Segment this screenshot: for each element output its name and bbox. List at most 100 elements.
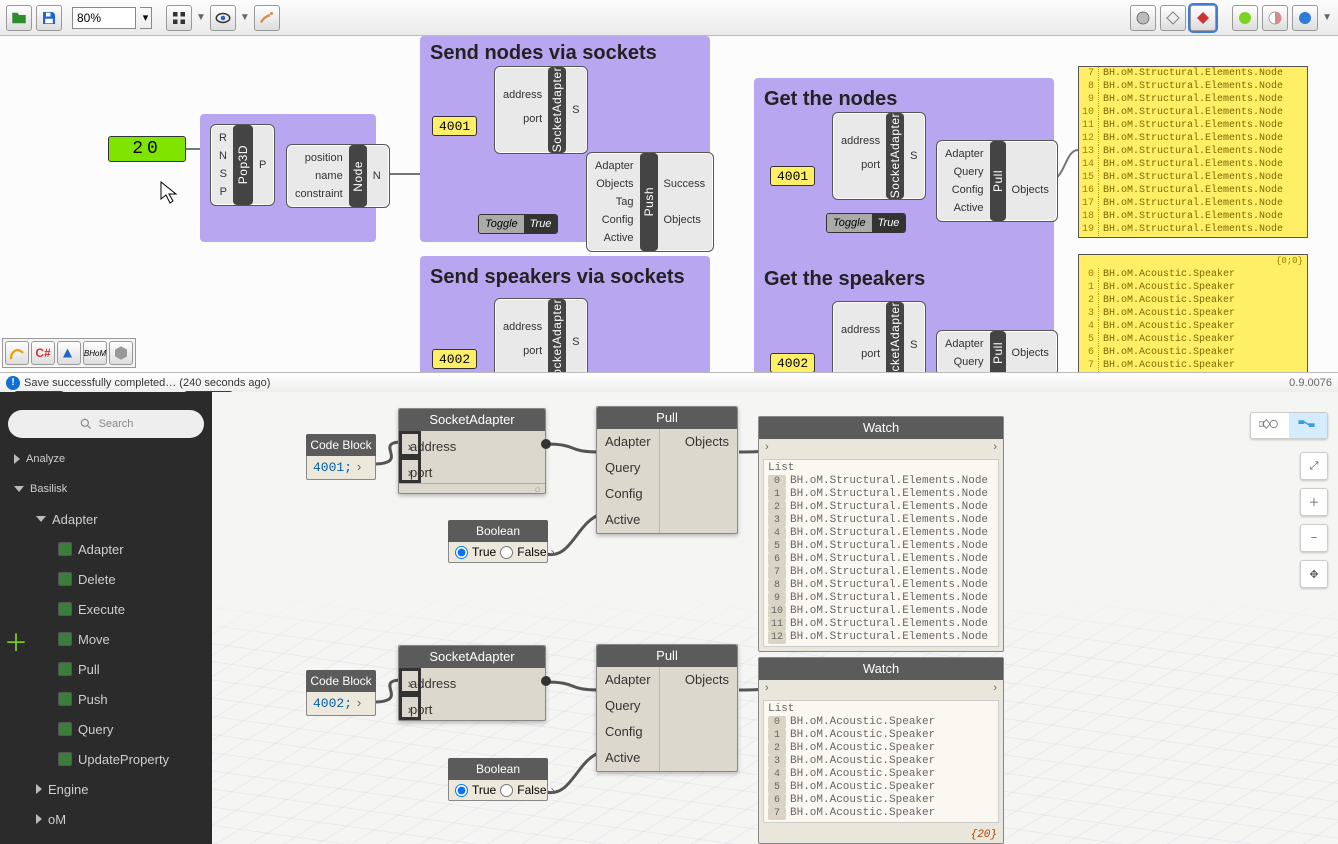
tree-item-adapter[interactable]: Adapter (0, 534, 212, 564)
port[interactable]: Active (597, 507, 659, 533)
fit-view-button[interactable]: ⤢ (1300, 452, 1328, 480)
data-panel-nodes[interactable]: 7BH.oM.Structural.Elements.Node8BH.oM.St… (1078, 66, 1308, 238)
port-value-get-nodes[interactable]: 4001 (770, 166, 815, 186)
green-mode-icon[interactable] (1232, 5, 1258, 31)
pull-node-2[interactable]: Pull Adapter Query Config Active Objects (596, 644, 738, 772)
port[interactable]: Query (597, 455, 659, 481)
tree-item-move[interactable]: Move (0, 624, 212, 654)
port[interactable]: port (399, 694, 421, 720)
port[interactable]: Objects (660, 429, 737, 455)
zoom-dropdown[interactable]: ▾ (140, 7, 152, 29)
tree-item-updateproperty[interactable]: UpdateProperty (0, 744, 212, 774)
boolean-node-1[interactable]: Boolean True False › (448, 520, 548, 563)
zoom-out-button[interactable]: − (1300, 524, 1328, 552)
port[interactable]: Adapter (597, 429, 659, 455)
gh-canvas[interactable]: Send nodes via sockets Get the nodes Sen… (0, 36, 1338, 372)
toggle-value: True (524, 215, 558, 233)
component-socket-send-nodes[interactable]: address port SocketAdapter S (494, 66, 588, 154)
node-title: SocketAdapter (399, 409, 545, 431)
toggle-get-nodes[interactable]: Toggle True (826, 213, 906, 233)
code-value[interactable]: 4002; (313, 696, 352, 711)
port: port (841, 339, 880, 369)
watch-node-1[interactable]: Watch ›› List0BH.oM.Structural.Elements.… (758, 416, 1004, 652)
tree-item-query[interactable]: Query (0, 714, 212, 744)
add-package-button[interactable]: ＋ (2, 626, 30, 654)
port-value-get-spk[interactable]: 4002 (770, 353, 815, 372)
port[interactable]: Objects (660, 667, 737, 693)
port[interactable]: Query (597, 693, 659, 719)
bhom-logo-icon[interactable] (5, 341, 29, 365)
tree-item-pull[interactable]: Pull (0, 654, 212, 684)
tree-adapter[interactable]: Adapter (0, 504, 212, 534)
port-value-send-spk[interactable]: 4002 (432, 349, 477, 369)
port[interactable]: port (399, 457, 421, 483)
port (1012, 163, 1049, 181)
tree-engine[interactable]: Engine (0, 774, 212, 804)
dropdown-caret-1[interactable]: ▼ (196, 12, 206, 23)
tree-item-push[interactable]: Push (0, 684, 212, 714)
bool-true-radio[interactable] (455, 546, 468, 559)
shaded-icon[interactable] (1190, 5, 1216, 31)
number-slider[interactable]: 20 (108, 136, 186, 162)
component-icon[interactable] (57, 341, 81, 365)
watch-node-2[interactable]: Watch ›› List0BH.oM.Acoustic.Speaker1BH.… (758, 657, 1004, 844)
blue-mode-icon[interactable] (1292, 5, 1318, 31)
tree-analyze[interactable]: Analyze (0, 444, 212, 474)
bool-false-radio[interactable] (500, 546, 513, 559)
port[interactable]: Active (597, 745, 659, 771)
port[interactable]: Config (597, 481, 659, 507)
component-node[interactable]: position name constraint Node N (286, 144, 390, 208)
half-mode-icon[interactable] (1262, 5, 1288, 31)
boolean-node-2[interactable]: Boolean True False › (448, 758, 548, 801)
port[interactable]: Config (597, 719, 659, 745)
view-graph-icon[interactable] (1289, 413, 1327, 438)
bhom-text-icon[interactable]: BHoM (83, 341, 107, 365)
view-mode-toggle[interactable] (1250, 412, 1328, 439)
hex-icon[interactable] (109, 341, 133, 365)
preview-icon[interactable] (210, 5, 236, 31)
dyn-canvas[interactable]: Code Block 4001;› SocketAdapter address … (212, 392, 1338, 844)
code-value[interactable]: 4001; (313, 460, 352, 475)
code-block-2[interactable]: Code Block 4002;› (306, 670, 376, 716)
sketch-icon[interactable] (254, 5, 280, 31)
port-value-send-nodes[interactable]: 4001 (432, 116, 477, 136)
data-panel-speakers[interactable]: {0;0}0BH.oM.Acoustic.Speaker1BH.oM.Acous… (1078, 254, 1308, 372)
component-socket-get-spk[interactable]: address port SocketAdapter S (832, 301, 926, 372)
component-pop3d[interactable]: R N S P Pop3D P (210, 124, 275, 206)
port[interactable]: address (399, 431, 421, 457)
tree-item-execute[interactable]: Execute (0, 594, 212, 624)
bool-false-radio[interactable] (500, 784, 513, 797)
component-socket-get-nodes[interactable]: address port SocketAdapter S (832, 112, 926, 200)
zoom-input[interactable]: 80% (72, 7, 136, 29)
component-socket-send-spk[interactable]: address port SocketAdapter S (494, 298, 588, 372)
dropdown-caret-2[interactable]: ▼ (240, 12, 250, 23)
tree-om[interactable]: oM (0, 804, 212, 834)
search-input[interactable]: Search (8, 410, 204, 438)
socket-adapter-node-1[interactable]: SocketAdapter address port ○ (398, 408, 546, 494)
bake-icon[interactable] (1130, 5, 1156, 31)
wireframe-icon[interactable] (1160, 5, 1186, 31)
bool-true-radio[interactable] (455, 784, 468, 797)
pan-button[interactable]: ✥ (1300, 560, 1328, 588)
csharp-icon[interactable]: C# (31, 341, 55, 365)
tree-basilisk[interactable]: Basilisk (0, 474, 212, 504)
view-3d-icon[interactable] (1251, 413, 1289, 438)
node-title: Boolean (448, 758, 548, 780)
port[interactable]: address (399, 668, 421, 694)
tree-label: Analyze (26, 453, 65, 465)
port[interactable]: Adapter (597, 667, 659, 693)
toggle-send-nodes[interactable]: Toggle True (478, 214, 558, 234)
zoom-extents-icon[interactable] (166, 5, 192, 31)
component-pull-nodes[interactable]: Adapter Query Config Active Pull Objects (936, 140, 1058, 222)
tree-item-delete[interactable]: Delete (0, 564, 212, 594)
pull-node-1[interactable]: Pull Adapter Query Config Active Objects (596, 406, 738, 534)
watch-in-label: › (765, 441, 769, 453)
dropdown-caret-3[interactable]: ▼ (1322, 12, 1332, 23)
code-block-1[interactable]: Code Block 4001;› (306, 434, 376, 480)
component-push[interactable]: Adapter Objects Tag Config Active Push S… (586, 152, 714, 252)
socket-adapter-node-2[interactable]: SocketAdapter address port (398, 645, 546, 721)
zoom-in-button[interactable]: ＋ (1300, 488, 1328, 516)
save-icon[interactable] (36, 5, 62, 31)
component-pull-spk[interactable]: Adapter Query Pull Objects (936, 330, 1058, 372)
open-file-icon[interactable] (6, 5, 32, 31)
